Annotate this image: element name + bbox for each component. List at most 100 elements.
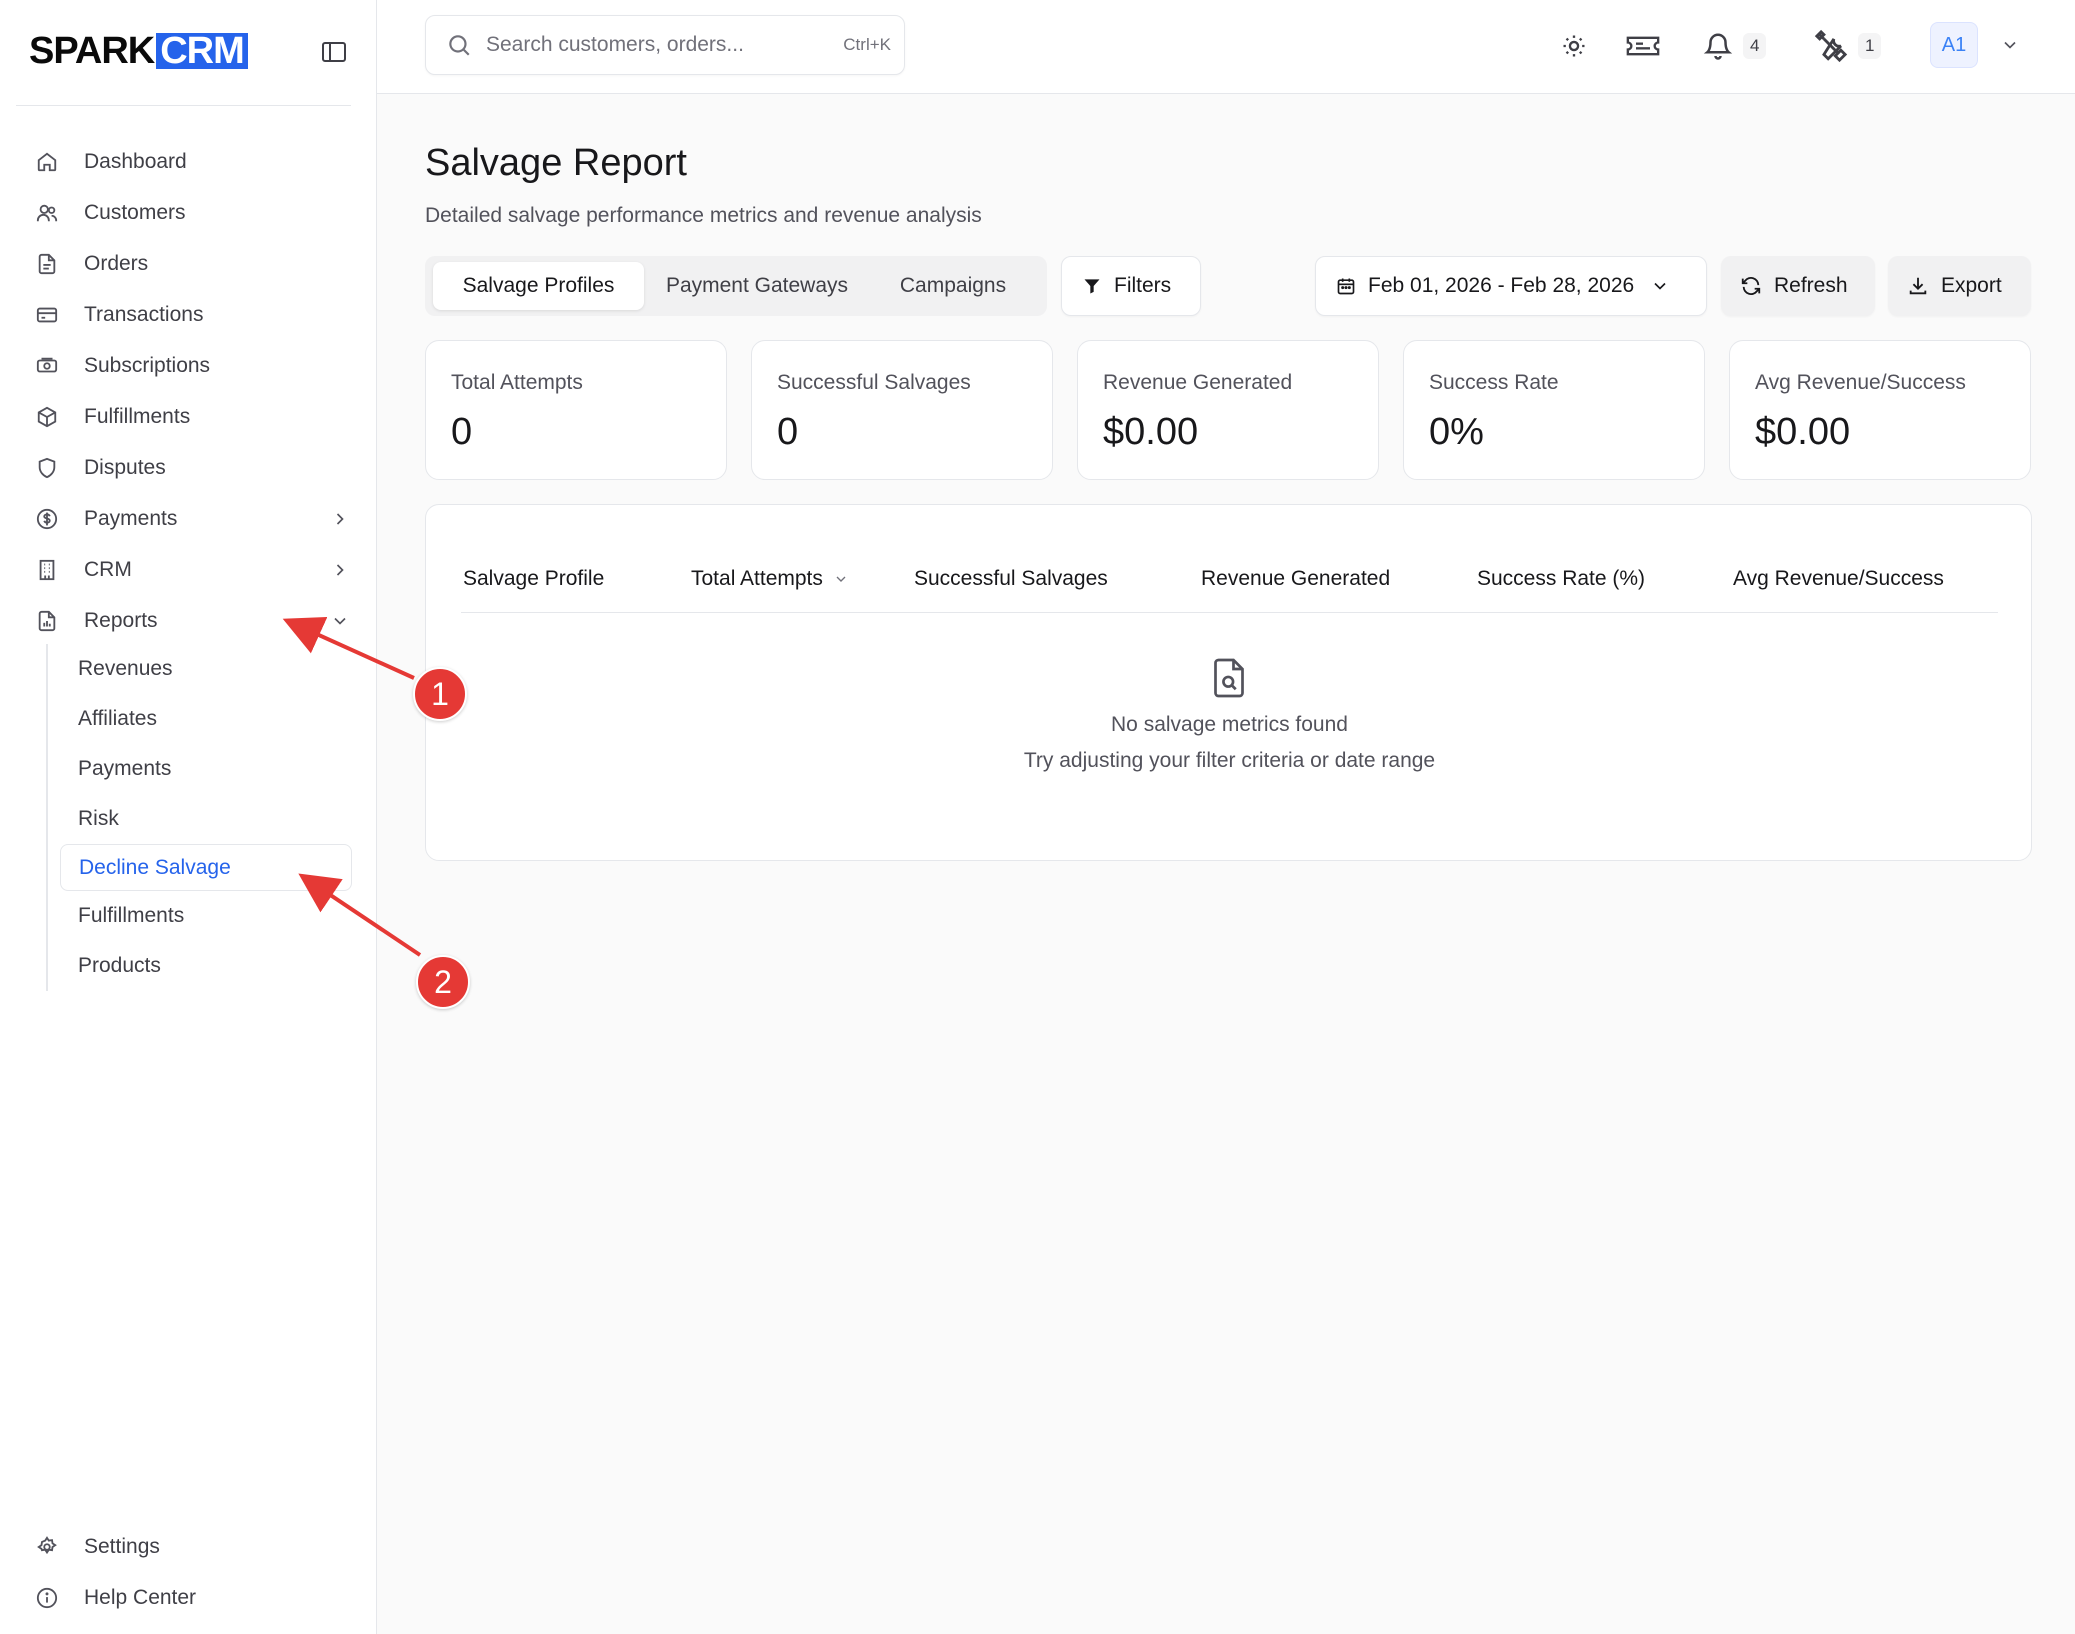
users-icon xyxy=(36,202,58,224)
sidebar-item-crm[interactable]: CRM xyxy=(30,544,350,595)
stat-card-successful-salvages: Successful Salvages 0 xyxy=(751,340,1053,480)
export-button[interactable]: Export xyxy=(1888,256,2031,316)
sidebar-item-label: Disputes xyxy=(84,455,166,479)
gear-icon xyxy=(36,1535,58,1558)
building-icon xyxy=(36,559,58,581)
home-icon xyxy=(36,151,58,173)
sidebar-nav: Dashboard Customers Orders Transactions … xyxy=(30,136,350,646)
chevron-down-icon[interactable] xyxy=(2000,35,2020,55)
submenu-item-decline-salvage[interactable]: Decline Salvage xyxy=(60,844,352,891)
sidebar-item-label: Orders xyxy=(84,251,149,275)
ticket-icon xyxy=(1626,36,1660,56)
tab-payment-gateways[interactable]: Payment Gateways xyxy=(652,262,862,310)
notifications-count-badge: 4 xyxy=(1743,33,1767,59)
sidebar-item-label: Payments xyxy=(84,506,178,530)
stat-value: 0% xyxy=(1429,411,1484,453)
user-avatar[interactable]: A1 xyxy=(1930,22,1978,68)
submenu-item-fulfillments[interactable]: Fulfillments xyxy=(48,891,352,941)
sidebar-item-label: Settings xyxy=(84,1534,160,1558)
sidebar-item-subscriptions[interactable]: Subscriptions xyxy=(30,340,350,391)
sidebar-item-settings[interactable]: Settings xyxy=(30,1521,350,1572)
stat-value: $0.00 xyxy=(1755,411,1851,453)
report-tabs: Salvage Profiles Payment Gateways Campai… xyxy=(425,256,1047,316)
submenu-item-revenues[interactable]: Revenues xyxy=(48,644,352,694)
sidebar-toggle-icon xyxy=(322,42,346,62)
sort-chevron-down-icon xyxy=(836,576,846,582)
submenu-item-products[interactable]: Products xyxy=(48,941,352,991)
page-subtitle: Detailed salvage performance metrics and… xyxy=(425,204,982,227)
search-input[interactable] xyxy=(486,33,826,57)
sidebar-bottom-nav: Settings Help Center xyxy=(30,1521,350,1623)
tickets-button[interactable] xyxy=(1625,28,1661,64)
sidebar-item-label: Subscriptions xyxy=(84,353,211,377)
annotation-marker-1: 1 xyxy=(413,667,467,721)
sun-icon xyxy=(1563,35,1585,57)
sidebar-item-reports[interactable]: Reports xyxy=(30,595,350,646)
column-header-revenue-generated[interactable]: Revenue Generated xyxy=(1201,567,1390,591)
file-icon xyxy=(36,253,58,275)
brand-logo-spark: SPARK xyxy=(29,29,155,72)
logo-row: SPARK CRM xyxy=(16,0,351,106)
report-icon xyxy=(36,610,58,632)
sidebar-item-help-center[interactable]: Help Center xyxy=(30,1572,350,1623)
sidebar-item-payments[interactable]: Payments xyxy=(30,493,350,544)
stat-label: Avg Revenue/Success xyxy=(1755,371,1966,394)
refresh-icon xyxy=(1741,277,1761,295)
tab-campaigns[interactable]: Campaigns xyxy=(868,262,1038,310)
sidebar-item-transactions[interactable]: Transactions xyxy=(30,289,350,340)
column-header-successful-salvages[interactable]: Successful Salvages xyxy=(914,567,1108,591)
sidebar-item-label: Help Center xyxy=(84,1585,197,1609)
notifications-button[interactable]: 4 xyxy=(1703,28,1767,64)
chevron-right-icon xyxy=(336,564,344,576)
column-header-avg-revenue-success[interactable]: Avg Revenue/Success xyxy=(1733,567,1944,591)
date-range-label: Feb 01, 2026 - Feb 28, 2026 xyxy=(1368,274,1635,297)
filters-button[interactable]: Filters xyxy=(1061,256,1201,316)
stat-label: Success Rate xyxy=(1429,371,1559,394)
refresh-button[interactable]: Refresh xyxy=(1721,256,1875,316)
sidebar-item-customers[interactable]: Customers xyxy=(30,187,350,238)
sidebar-item-fulfillments[interactable]: Fulfillments xyxy=(30,391,350,442)
filter-icon xyxy=(1084,279,1100,294)
stat-label: Revenue Generated xyxy=(1103,371,1293,394)
sidebar: SPARK CRM Dashboard Customers Orders Tra… xyxy=(0,0,377,1634)
stat-value: $0.00 xyxy=(1103,411,1199,453)
stat-card-success-rate: Success Rate 0% xyxy=(1403,340,1705,480)
sidebar-item-label: Reports xyxy=(84,608,158,632)
chevron-down-icon xyxy=(1654,282,1666,290)
shield-icon xyxy=(36,457,58,479)
theme-toggle-button[interactable] xyxy=(1560,28,1588,64)
search-icon xyxy=(449,35,470,56)
search-box[interactable]: Ctrl+K xyxy=(425,15,905,75)
column-header-salvage-profile[interactable]: Salvage Profile xyxy=(463,567,604,591)
download-icon xyxy=(1909,277,1927,295)
refresh-button-label: Refresh xyxy=(1774,274,1848,297)
stat-label: Successful Salvages xyxy=(777,371,971,394)
column-header-total-attempts[interactable]: Total Attempts xyxy=(691,567,849,591)
sidebar-item-label: CRM xyxy=(84,557,132,581)
dollar-circle-icon xyxy=(36,508,58,530)
submenu-item-risk[interactable]: Risk xyxy=(48,794,352,844)
top-bar: Ctrl+K 4 1 A1 xyxy=(377,0,2075,94)
file-search-icon xyxy=(1214,658,1244,698)
brand-logo[interactable]: SPARK CRM xyxy=(29,30,248,72)
sidebar-item-disputes[interactable]: Disputes xyxy=(30,442,350,493)
sidebar-item-label: Transactions xyxy=(84,302,204,326)
annotation-marker-2: 2 xyxy=(416,955,470,1009)
submenu-item-payments[interactable]: Payments xyxy=(48,744,352,794)
empty-state-title: No salvage metrics found xyxy=(1111,713,1348,736)
stat-card-avg-revenue-success: Avg Revenue/Success $0.00 xyxy=(1729,340,2031,480)
sidebar-item-orders[interactable]: Orders xyxy=(30,238,350,289)
brand-logo-crm: CRM xyxy=(156,32,248,70)
date-range-picker[interactable]: Feb 01, 2026 - Feb 28, 2026 xyxy=(1315,256,1707,316)
empty-state-subtitle: Try adjusting your filter criteria or da… xyxy=(1023,749,1436,772)
sidebar-toggle-button[interactable] xyxy=(318,36,350,68)
sidebar-item-label: Fulfillments xyxy=(84,404,191,428)
tools-icon xyxy=(1814,29,1848,63)
column-header-success-rate[interactable]: Success Rate (%) xyxy=(1477,567,1645,591)
submenu-item-affiliates[interactable]: Affiliates xyxy=(48,694,352,744)
tab-salvage-profiles[interactable]: Salvage Profiles xyxy=(433,262,644,310)
tools-button[interactable]: 1 xyxy=(1814,28,1882,64)
filters-button-label: Filters xyxy=(1114,274,1172,297)
column-header-label: Total Attempts xyxy=(691,567,823,590)
sidebar-item-dashboard[interactable]: Dashboard xyxy=(30,136,350,187)
